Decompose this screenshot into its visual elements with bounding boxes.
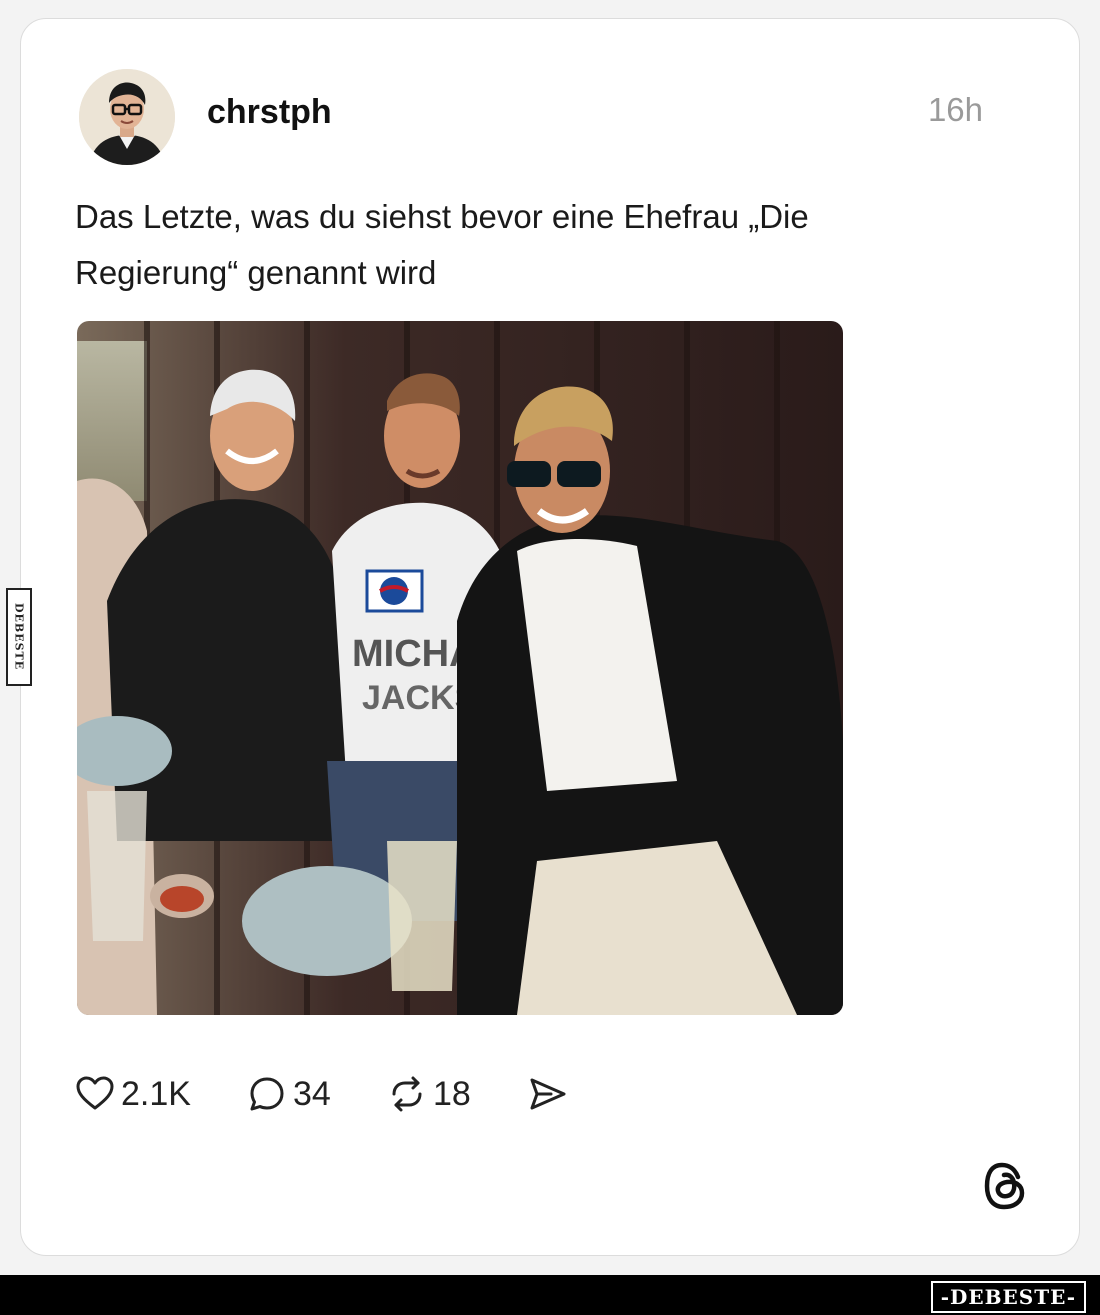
avatar[interactable] [79, 69, 175, 165]
post-text: Das Letzte, was du siehst bevor eine Ehe… [75, 198, 809, 291]
comment-icon [247, 1074, 287, 1114]
side-watermark: DEBESTE [6, 588, 32, 686]
post-timestamp: 16h [927, 91, 983, 128]
threads-logo-icon [983, 1161, 1027, 1211]
repost-icon [387, 1074, 427, 1114]
brand-watermark: -DEBESTE- [930, 1281, 1086, 1313]
heart-icon [75, 1074, 115, 1114]
username[interactable]: chrstph [207, 93, 332, 132]
side-watermark-text: DEBESTE [12, 603, 26, 671]
repost-button[interactable]: 18 [387, 1069, 471, 1119]
post-photo[interactable]: MICHAEL JACKSON [77, 321, 843, 1015]
like-button[interactable]: 2.1K [75, 1069, 191, 1119]
repost-count: 18 [433, 1074, 471, 1113]
comment-count: 34 [293, 1074, 331, 1113]
share-icon [527, 1074, 569, 1114]
bottom-watermark-bar: -DEBESTE- [0, 1275, 1100, 1315]
share-button[interactable] [527, 1069, 569, 1119]
post-card: chrstph 16h Das Letzte, was du siehst be… [20, 18, 1080, 1256]
like-count: 2.1K [121, 1074, 191, 1113]
comment-button[interactable]: 34 [247, 1069, 331, 1119]
